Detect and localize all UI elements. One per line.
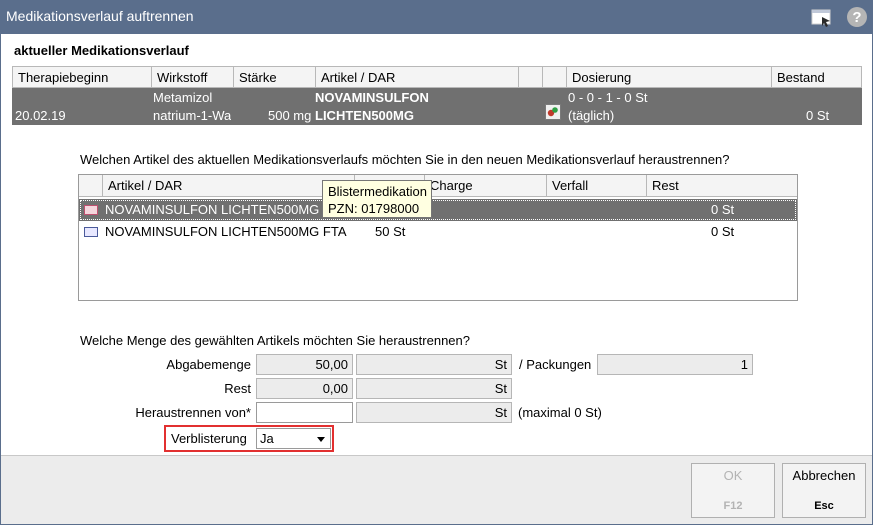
wirkstoff-line2: natrium-1-Wa [153, 108, 231, 123]
verblisterung-value: Ja [260, 431, 274, 446]
blister-tooltip: Blistermedikation PZN: 01798000 [322, 180, 432, 218]
abgabemenge-field: 50,00 [256, 354, 353, 375]
cancel-label: Abbrechen [792, 468, 856, 483]
package-icon [84, 227, 98, 237]
header-artikel[interactable]: Artikel / DAR [316, 67, 519, 87]
wirkstoff-line1: Metamizol [153, 90, 213, 105]
header-wirkstoff[interactable]: Wirkstoff [152, 67, 234, 87]
list-item[interactable]: NOVAMINSULFON LICHTEN500MG FTA 0 St [79, 199, 797, 221]
blister-icon [84, 205, 98, 215]
verblisterung-label: Verblisterung [171, 431, 247, 446]
section-title: aktueller Medikationsverlauf [14, 43, 189, 58]
current-medication-table: Therapiebeginn Wirkstoff Stärke Artikel … [12, 66, 862, 125]
window-title: Medikationsverlauf auftrennen [6, 8, 194, 24]
tooltip-line2: PZN: 01798000 [328, 201, 420, 216]
rest-field: 0,00 [256, 378, 353, 399]
heraustrennen-hint: (maximal 0 St) [518, 405, 602, 420]
abgabemenge-label: Abgabemenge [166, 357, 251, 372]
window-icon[interactable] [810, 5, 834, 29]
quantity-question: Welche Menge des gewählten Artikels möch… [80, 333, 470, 348]
header-staerke[interactable]: Stärke [234, 67, 316, 87]
tooltip-line1: Blistermedikation [328, 184, 427, 199]
ok-button[interactable]: OK F12 [691, 463, 775, 518]
article-question: Welchen Artikel des aktuellen Medikation… [80, 152, 730, 167]
cancel-button[interactable]: Abbrechen Esc [782, 463, 866, 518]
title-bar: Medikationsverlauf auftrennen ? [0, 0, 873, 34]
heraustrennen-input[interactable] [256, 402, 353, 423]
artikel-line1: NOVAMINSULFON [315, 90, 429, 105]
table-header: Therapiebeginn Wirkstoff Stärke Artikel … [12, 66, 862, 88]
rest-label: Rest [224, 381, 251, 396]
ok-label: OK [723, 468, 743, 483]
list-item[interactable]: NOVAMINSULFON LICHTEN500MG FTA 50 St 0 S… [79, 221, 797, 243]
list-header: Artikel / DAR Charge Verfall Rest [79, 175, 797, 197]
header-therapiebeginn[interactable]: Therapiebeginn [13, 67, 152, 87]
heraustrennen-label: Heraustrennen von* [135, 405, 251, 420]
list-item-menge: 50 St [375, 224, 406, 239]
header-blank-1[interactable] [519, 67, 543, 87]
medication-status-icon[interactable] [545, 104, 561, 120]
bestand-cell: 0 St [806, 108, 830, 123]
ok-shortcut: F12 [723, 500, 743, 512]
list-item-rest: 0 St [711, 202, 735, 217]
article-list[interactable]: Artikel / DAR Charge Verfall Rest NOVAMI… [78, 174, 798, 301]
cancel-shortcut: Esc [814, 500, 834, 512]
help-icon[interactable]: ? [845, 5, 869, 29]
dosierung-line2: (täglich) [568, 108, 615, 123]
packungen-label: / Packungen [519, 357, 592, 372]
header-dosierung[interactable]: Dosierung [567, 67, 772, 87]
artikel-line2: LICHTEN500MG [315, 108, 414, 123]
list-header-charge[interactable]: Charge [425, 175, 547, 196]
verblisterung-select[interactable]: Ja [256, 428, 331, 449]
staerke-cell: 500 mg [268, 108, 312, 123]
list-header-icon[interactable] [79, 175, 103, 196]
list-header-artikel[interactable]: Artikel / DAR [103, 175, 355, 196]
dosierung-line1: 0 - 0 - 1 - 0 St [568, 90, 648, 105]
list-header-verfall[interactable]: Verfall [547, 175, 647, 196]
table-row[interactable]: 20.02.19 Metamizol natrium-1-Wa 500 mg N… [12, 88, 862, 125]
abgabemenge-unit: St [356, 354, 512, 375]
list-item-artikel: NOVAMINSULFON LICHTEN500MG FTA [105, 224, 347, 239]
list-header-rest[interactable]: Rest [647, 175, 797, 196]
heraustrennen-unit: St [356, 402, 512, 423]
header-blank-2[interactable] [543, 67, 567, 87]
list-item-rest: 0 St [711, 224, 735, 239]
header-bestand[interactable]: Bestand [772, 67, 861, 87]
packungen-field: 1 [597, 354, 753, 375]
rest-unit: St [356, 378, 512, 399]
chevron-down-icon [317, 437, 325, 442]
therapiebeginn-cell: 20.02.19 [15, 108, 66, 123]
list-item-artikel: NOVAMINSULFON LICHTEN500MG FTA [105, 202, 347, 217]
help-icon-glyph: ? [852, 9, 861, 26]
